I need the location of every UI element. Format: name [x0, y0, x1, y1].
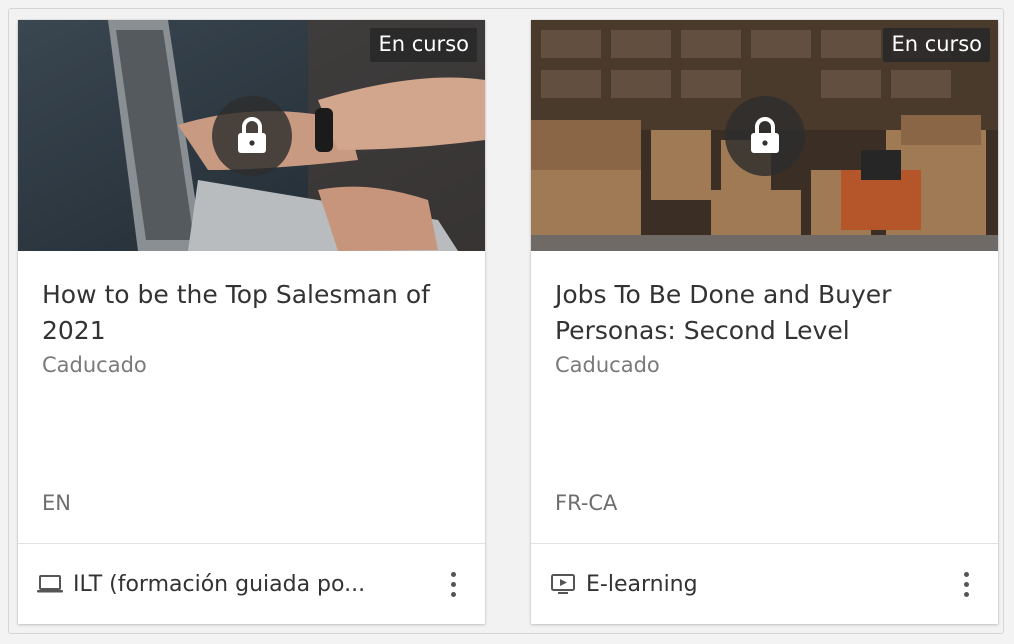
video-play-icon: [549, 572, 577, 596]
more-options-button[interactable]: [439, 566, 467, 602]
course-thumbnail[interactable]: En curso: [531, 20, 998, 251]
status-badge: En curso: [370, 28, 477, 62]
course-type-label: E-learning: [586, 571, 698, 597]
laptop-icon: [36, 572, 64, 596]
course-status: Caducado: [42, 353, 147, 377]
dot-icon: [450, 571, 456, 577]
course-title[interactable]: Jobs To Be Done and Buyer Personas: Seco…: [555, 251, 974, 349]
status-badge: En curso: [883, 28, 990, 62]
course-title[interactable]: How to be the Top Salesman of 2021: [42, 251, 461, 349]
course-card[interactable]: En curso Jobs To Be Done and Buyer Perso…: [531, 20, 998, 624]
card-footer: E-learning: [531, 543, 998, 624]
course-type-label: ILT (formación guiada po...: [73, 571, 366, 597]
dot-icon: [450, 591, 456, 597]
course-thumbnail[interactable]: En curso: [18, 20, 485, 251]
course-card[interactable]: En curso How to be the Top Salesman of 2…: [18, 20, 485, 624]
dot-icon: [963, 591, 969, 597]
card-footer: ILT (formación guiada po...: [18, 543, 485, 624]
dot-icon: [450, 581, 456, 587]
course-status: Caducado: [555, 353, 660, 377]
course-language: FR-CA: [555, 491, 618, 515]
lock-icon: [211, 95, 292, 176]
course-language: EN: [42, 491, 71, 515]
dot-icon: [963, 571, 969, 577]
lock-icon: [724, 95, 805, 176]
more-options-button[interactable]: [952, 566, 980, 602]
dot-icon: [963, 581, 969, 587]
